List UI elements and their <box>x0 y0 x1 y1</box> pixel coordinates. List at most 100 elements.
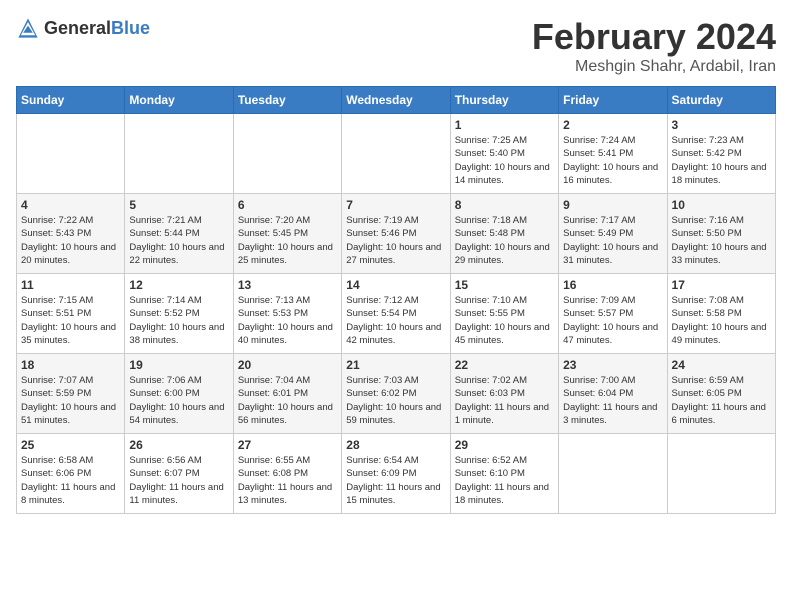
weekday-tuesday: Tuesday <box>233 87 341 114</box>
day-number: 26 <box>129 438 228 452</box>
calendar-cell <box>667 434 775 514</box>
day-info: Sunrise: 7:07 AM Sunset: 5:59 PM Dayligh… <box>21 374 120 427</box>
day-number: 24 <box>672 358 771 372</box>
calendar-cell: 24 Sunrise: 6:59 AM Sunset: 6:05 PM Dayli… <box>667 354 775 434</box>
day-number: 10 <box>672 198 771 212</box>
calendar-cell: 15Sunrise: 7:10 AM Sunset: 5:55 PM Dayli… <box>450 274 558 354</box>
day-number: 18 <box>21 358 120 372</box>
calendar-cell: 12 Sunrise: 7:14 AM Sunset: 5:52 PM Dayli… <box>125 274 233 354</box>
weekday-saturday: Saturday <box>667 87 775 114</box>
weekday-header-row: SundayMondayTuesdayWednesdayThursdayFrid… <box>17 87 776 114</box>
day-info: Sunrise: 7:12 AM Sunset: 5:54 PM Dayligh… <box>346 294 445 347</box>
calendar-cell: 13 Sunrise: 7:13 AM Sunset: 5:53 PM Dayli… <box>233 274 341 354</box>
week-row-3: 11 Sunrise: 7:15 AM Sunset: 5:51 PM Dayli… <box>17 274 776 354</box>
week-row-1: 1 Sunrise: 7:25 AM Sunset: 5:40 PM Daylig… <box>17 114 776 194</box>
week-row-5: 25 Sunrise: 6:58 AM Sunset: 6:06 PM Dayli… <box>17 434 776 514</box>
calendar-cell: 17Sunrise: 7:08 AM Sunset: 5:58 PM Dayli… <box>667 274 775 354</box>
day-number: 4 <box>21 198 120 212</box>
logo-icon <box>16 16 40 40</box>
day-info: Sunrise: 7:25 AM Sunset: 5:40 PM Dayligh… <box>455 134 554 187</box>
calendar-cell: 26Sunrise: 6:56 AM Sunset: 6:07 PM Dayli… <box>125 434 233 514</box>
calendar-cell: 20 Sunrise: 7:04 AM Sunset: 6:01 PM Dayli… <box>233 354 341 434</box>
calendar-cell: 27 Sunrise: 6:55 AM Sunset: 6:08 PM Dayli… <box>233 434 341 514</box>
day-info: Sunrise: 6:52 AM Sunset: 6:10 PM Dayligh… <box>455 454 554 507</box>
day-info: Sunrise: 6:59 AM Sunset: 6:05 PM Dayligh… <box>672 374 771 427</box>
logo-blue: Blue <box>111 18 150 38</box>
calendar-cell <box>559 434 667 514</box>
calendar-cell: 29 Sunrise: 6:52 AM Sunset: 6:10 PM Dayli… <box>450 434 558 514</box>
weekday-sunday: Sunday <box>17 87 125 114</box>
calendar-cell: 25 Sunrise: 6:58 AM Sunset: 6:06 PM Dayli… <box>17 434 125 514</box>
day-info: Sunrise: 7:15 AM Sunset: 5:51 PM Dayligh… <box>21 294 120 347</box>
calendar-cell: 28 Sunrise: 6:54 AM Sunset: 6:09 PM Dayli… <box>342 434 450 514</box>
day-number: 13 <box>238 278 337 292</box>
day-info: Sunrise: 7:02 AM Sunset: 6:03 PM Dayligh… <box>455 374 554 427</box>
day-info: Sunrise: 7:08 AM Sunset: 5:58 PM Dayligh… <box>672 294 771 347</box>
calendar-cell <box>233 114 341 194</box>
logo: GeneralBlue <box>16 16 150 40</box>
day-info: Sunrise: 6:55 AM Sunset: 6:08 PM Dayligh… <box>238 454 337 507</box>
weekday-thursday: Thursday <box>450 87 558 114</box>
calendar-table: SundayMondayTuesdayWednesdayThursdayFrid… <box>16 86 776 514</box>
day-info: Sunrise: 7:17 AM Sunset: 5:49 PM Dayligh… <box>563 214 662 267</box>
day-number: 25 <box>21 438 120 452</box>
calendar-cell: 23Sunrise: 7:00 AM Sunset: 6:04 PM Dayli… <box>559 354 667 434</box>
day-number: 19 <box>129 358 228 372</box>
day-info: Sunrise: 7:19 AM Sunset: 5:46 PM Dayligh… <box>346 214 445 267</box>
header: GeneralBlue February 2024 Meshgin Shahr,… <box>16 16 776 76</box>
calendar-cell <box>125 114 233 194</box>
calendar-cell: 5Sunrise: 7:21 AM Sunset: 5:44 PM Daylig… <box>125 194 233 274</box>
day-info: Sunrise: 6:58 AM Sunset: 6:06 PM Dayligh… <box>21 454 120 507</box>
logo-general: General <box>44 18 111 38</box>
calendar-cell <box>342 114 450 194</box>
calendar-cell: 2 Sunrise: 7:24 AM Sunset: 5:41 PM Daylig… <box>559 114 667 194</box>
day-number: 7 <box>346 198 445 212</box>
main-title: February 2024 <box>532 16 776 58</box>
day-number: 14 <box>346 278 445 292</box>
day-number: 3 <box>672 118 771 132</box>
weekday-wednesday: Wednesday <box>342 87 450 114</box>
day-number: 11 <box>21 278 120 292</box>
day-info: Sunrise: 7:14 AM Sunset: 5:52 PM Dayligh… <box>129 294 228 347</box>
day-number: 6 <box>238 198 337 212</box>
day-number: 5 <box>129 198 228 212</box>
calendar-cell: 4 Sunrise: 7:22 AM Sunset: 5:43 PM Daylig… <box>17 194 125 274</box>
calendar-cell: 16 Sunrise: 7:09 AM Sunset: 5:57 PM Dayli… <box>559 274 667 354</box>
calendar-cell: 1 Sunrise: 7:25 AM Sunset: 5:40 PM Daylig… <box>450 114 558 194</box>
day-info: Sunrise: 7:23 AM Sunset: 5:42 PM Dayligh… <box>672 134 771 187</box>
calendar-cell: 18 Sunrise: 7:07 AM Sunset: 5:59 PM Dayli… <box>17 354 125 434</box>
week-row-4: 18 Sunrise: 7:07 AM Sunset: 5:59 PM Dayli… <box>17 354 776 434</box>
day-info: Sunrise: 7:03 AM Sunset: 6:02 PM Dayligh… <box>346 374 445 427</box>
weekday-friday: Friday <box>559 87 667 114</box>
day-number: 27 <box>238 438 337 452</box>
week-row-2: 4 Sunrise: 7:22 AM Sunset: 5:43 PM Daylig… <box>17 194 776 274</box>
calendar-cell: 9 Sunrise: 7:17 AM Sunset: 5:49 PM Daylig… <box>559 194 667 274</box>
day-info: Sunrise: 7:13 AM Sunset: 5:53 PM Dayligh… <box>238 294 337 347</box>
day-number: 16 <box>563 278 662 292</box>
day-number: 9 <box>563 198 662 212</box>
calendar-cell: 7 Sunrise: 7:19 AM Sunset: 5:46 PM Daylig… <box>342 194 450 274</box>
day-number: 21 <box>346 358 445 372</box>
day-info: Sunrise: 7:04 AM Sunset: 6:01 PM Dayligh… <box>238 374 337 427</box>
calendar-cell: 22Sunrise: 7:02 AM Sunset: 6:03 PM Dayli… <box>450 354 558 434</box>
calendar-cell: 14 Sunrise: 7:12 AM Sunset: 5:54 PM Dayli… <box>342 274 450 354</box>
day-info: Sunrise: 6:54 AM Sunset: 6:09 PM Dayligh… <box>346 454 445 507</box>
weekday-monday: Monday <box>125 87 233 114</box>
day-info: Sunrise: 7:22 AM Sunset: 5:43 PM Dayligh… <box>21 214 120 267</box>
day-info: Sunrise: 7:24 AM Sunset: 5:41 PM Dayligh… <box>563 134 662 187</box>
calendar-cell: 6Sunrise: 7:20 AM Sunset: 5:45 PM Daylig… <box>233 194 341 274</box>
day-number: 1 <box>455 118 554 132</box>
calendar-cell: 3 Sunrise: 7:23 AM Sunset: 5:42 PM Daylig… <box>667 114 775 194</box>
calendar-cell: 8Sunrise: 7:18 AM Sunset: 5:48 PM Daylig… <box>450 194 558 274</box>
day-number: 23 <box>563 358 662 372</box>
day-number: 12 <box>129 278 228 292</box>
calendar-cell: 21 Sunrise: 7:03 AM Sunset: 6:02 PM Dayli… <box>342 354 450 434</box>
day-info: Sunrise: 7:18 AM Sunset: 5:48 PM Dayligh… <box>455 214 554 267</box>
calendar-cell <box>17 114 125 194</box>
day-number: 29 <box>455 438 554 452</box>
day-number: 20 <box>238 358 337 372</box>
day-info: Sunrise: 7:16 AM Sunset: 5:50 PM Dayligh… <box>672 214 771 267</box>
day-number: 2 <box>563 118 662 132</box>
day-number: 28 <box>346 438 445 452</box>
day-info: Sunrise: 7:09 AM Sunset: 5:57 PM Dayligh… <box>563 294 662 347</box>
